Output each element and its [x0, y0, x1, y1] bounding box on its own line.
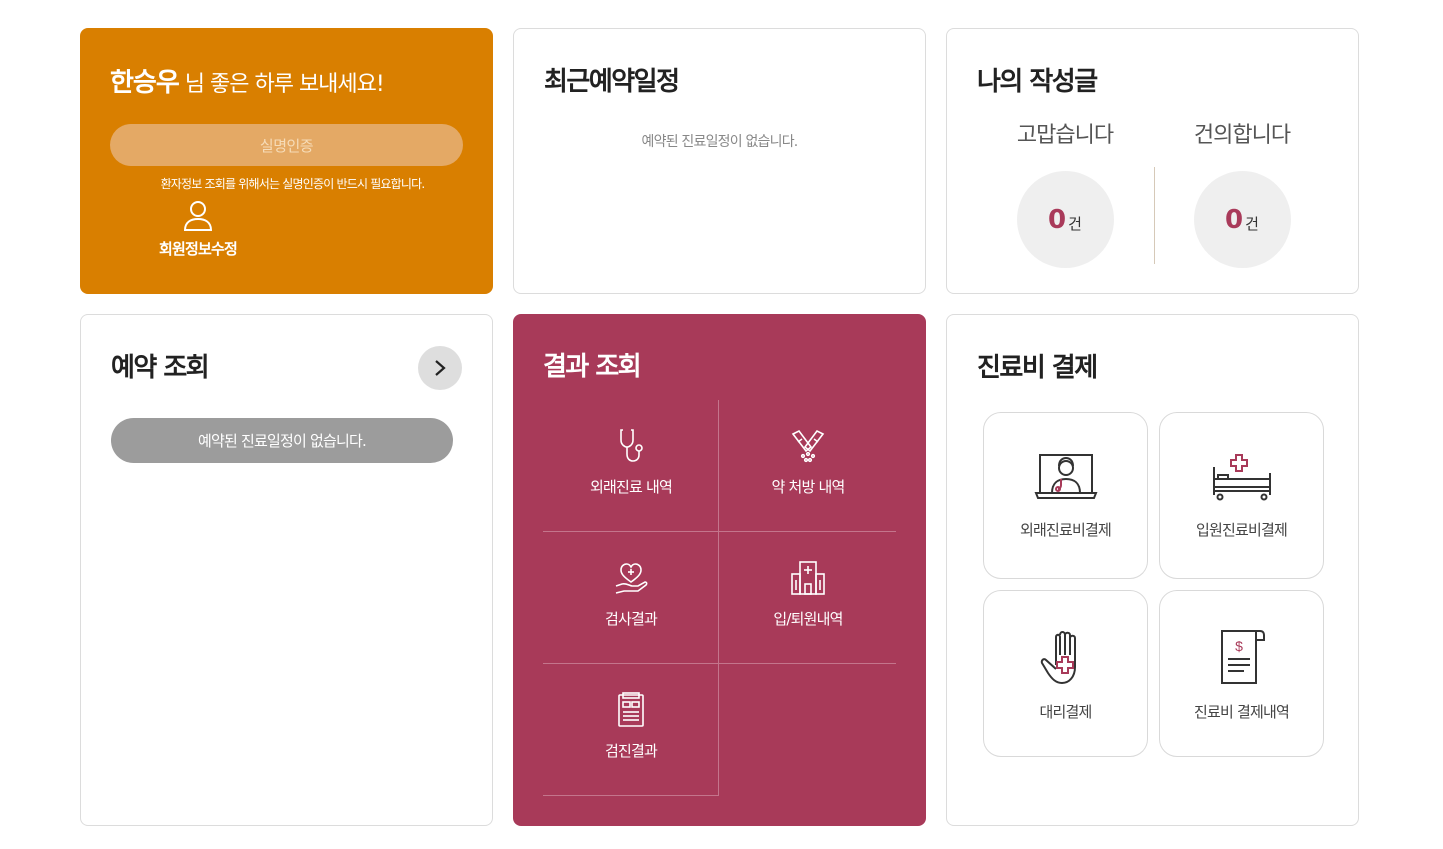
- heart-hand-icon: [615, 563, 648, 594]
- greeting-text: 님 좋은 하루 보내세요!: [184, 72, 385, 97]
- recent-empty-message: 예약된 진료일정이 없습니다.: [641, 134, 799, 150]
- my-posts-card: 나의 작성글 고맙습니다 0 건 건의합니다 0 건: [946, 28, 1359, 294]
- payment-card: 진료비 결제 외래진료비결제 입원진료비결제 대리결제 $ 진료비 결제내역: [946, 314, 1359, 826]
- svg-text:$: $: [1235, 638, 1243, 654]
- recent-schedule-title: 최근예약일정: [544, 67, 680, 97]
- proxy-payment-label: 대리결제: [1039, 703, 1092, 721]
- welcome-card: 한승우 님 좋은 하루 보내세요! 실명인증 환자정보 조회를 위해서는 실명인…: [80, 28, 493, 294]
- thanks-count-circle[interactable]: 0 건: [1016, 171, 1114, 268]
- outpatient-history-item[interactable]: 외래진료 내역: [543, 400, 719, 532]
- my-posts-title: 나의 작성글: [977, 67, 1098, 97]
- suggestions-count-circle[interactable]: 0 건: [1193, 171, 1291, 268]
- thanks-unit: 건: [1068, 215, 1082, 233]
- posts-divider: [1154, 167, 1155, 264]
- admission-discharge-item[interactable]: 입/퇴원내역: [720, 532, 896, 664]
- suggestions-label: 건의합니다: [1193, 123, 1291, 148]
- reservation-title: 예약 조회: [111, 353, 210, 383]
- receipt-icon: $: [1220, 630, 1265, 684]
- results-title: 결과 조회: [543, 352, 642, 382]
- prescription-history-label: 약 처방 내역: [771, 478, 846, 496]
- verify-notice: 환자정보 조회를 위해서는 실명인증이 반드시 필요합니다.: [160, 177, 426, 191]
- outpatient-history-label: 외래진료 내역: [590, 478, 673, 496]
- test-results-label: 검사결과: [604, 610, 658, 628]
- payment-title: 진료비 결제: [977, 353, 1098, 383]
- greeting: 한승우 님 좋은 하루 보내세요!: [110, 62, 385, 99]
- suggestions-column: 건의합니다 0 건: [1167, 117, 1317, 268]
- hospital-icon: [791, 561, 825, 595]
- payment-history-label: 진료비 결제내역: [1194, 703, 1290, 721]
- outpatient-payment-tile[interactable]: 외래진료비결제: [983, 412, 1148, 579]
- user-icon: [183, 201, 213, 231]
- chevron-right-icon: [435, 360, 446, 376]
- recent-schedule-card: 최근예약일정 예약된 진료일정이 없습니다.: [513, 28, 926, 294]
- stethoscope-icon: [620, 429, 643, 462]
- hospital-bed-icon: [1212, 454, 1271, 501]
- checkup-results-label: 검진결과: [604, 742, 658, 760]
- doctor-monitor-icon: [1034, 454, 1097, 499]
- suggestions-unit: 건: [1245, 215, 1259, 233]
- outpatient-payment-label: 외래진료비결제: [1019, 521, 1112, 539]
- test-results-item[interactable]: 검사결과: [543, 532, 719, 664]
- thanks-count: 0: [1048, 204, 1067, 235]
- reservation-lookup-card: 예약 조회 예약된 진료일정이 없습니다.: [80, 314, 493, 826]
- thanks-column: 고맙습니다 0 건: [990, 117, 1140, 268]
- results-lookup-card: 결과 조회 외래진료 내역 약 처방 내역 검사결과 입/퇴원내역 검진결과: [513, 314, 926, 826]
- verify-identity-button[interactable]: 실명인증: [110, 124, 463, 166]
- admission-discharge-label: 입/퇴원내역: [773, 610, 843, 628]
- hand-cross-icon: [1040, 631, 1076, 685]
- clipboard-icon: [618, 692, 644, 727]
- pills-icon: [791, 429, 825, 463]
- reservation-more-button[interactable]: [418, 346, 462, 390]
- member-edit-link[interactable]: 회원정보수정: [148, 198, 248, 259]
- reservation-empty-message: 예약된 진료일정이 없습니다.: [111, 418, 453, 463]
- prescription-history-item[interactable]: 약 처방 내역: [720, 400, 896, 532]
- user-name: 한승우: [110, 68, 180, 98]
- inpatient-payment-tile[interactable]: 입원진료비결제: [1159, 412, 1324, 579]
- inpatient-payment-label: 입원진료비결제: [1195, 521, 1288, 539]
- thanks-label: 고맙습니다: [1016, 123, 1114, 148]
- checkup-results-item[interactable]: 검진결과: [543, 664, 719, 796]
- member-edit-label: 회원정보수정: [158, 240, 238, 258]
- suggestions-count: 0: [1225, 204, 1244, 235]
- proxy-payment-tile[interactable]: 대리결제: [983, 590, 1148, 757]
- payment-history-tile[interactable]: $ 진료비 결제내역: [1159, 590, 1324, 757]
